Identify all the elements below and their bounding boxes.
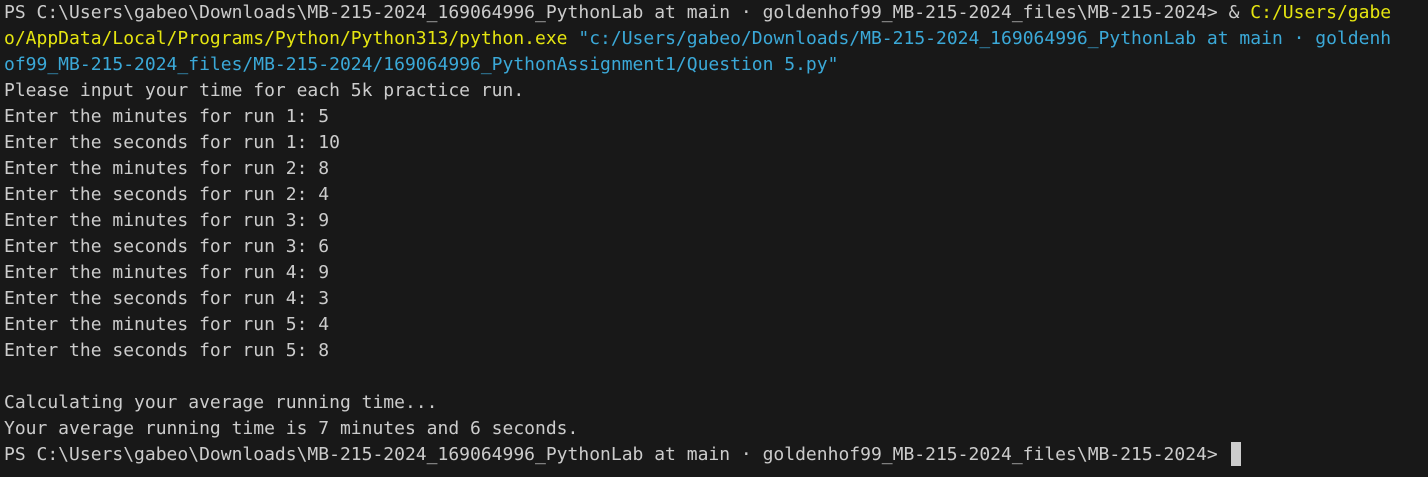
output-run-line: Enter the minutes for run 1: 5 [4,106,330,127]
terminal-panel[interactable]: PS C:\Users\gabeo\Downloads\MB-215-2024_… [0,0,1428,477]
text-cursor [1230,442,1241,466]
output-result: Your average running time is 7 minutes a… [4,418,579,439]
script-path-part1: "c:/Users/gabeo/Downloads/MB-215-2024_16… [578,28,1392,49]
output-run-line: Enter the seconds for run 5: 8 [4,340,330,361]
command-line-3: of99_MB-215-2024_files/MB-215-2024/16906… [4,52,1428,78]
output-run-line: Enter the seconds for run 4: 3 [4,288,330,309]
final-prompt-line[interactable]: PS C:\Users\gabeo\Downloads\MB-215-2024_… [4,442,1428,468]
python-exe-path-part2: o/AppData/Local/Programs/Python/Python31… [4,28,568,49]
output-run-line: Enter the seconds for run 1: 10 [4,132,340,153]
output-run-line: Enter the seconds for run 3: 6 [4,236,330,257]
output-intro: Please input your time for each 5k pract… [4,80,525,101]
output-run-line: Enter the minutes for run 3: 9 [4,210,330,231]
call-operator: & [1228,2,1251,23]
output-run-line: Enter the minutes for run 2: 8 [4,158,330,179]
separator-space [568,28,579,49]
prompt-path: PS C:\Users\gabeo\Downloads\MB-215-2024_… [4,2,1229,23]
command-line-2: o/AppData/Local/Programs/Python/Python31… [4,26,1428,52]
python-exe-path-part1: C:/Users/gabe [1250,2,1392,23]
output-run-line: Enter the minutes for run 4: 9 [4,262,330,283]
command-line-1: PS C:\Users\gabeo\Downloads\MB-215-2024_… [4,0,1428,26]
output-run-line: Enter the seconds for run 2: 4 [4,184,330,205]
final-prompt-path: PS C:\Users\gabeo\Downloads\MB-215-2024_… [4,444,1229,465]
output-run-line: Enter the minutes for run 5: 4 [4,314,330,335]
output-calculating: Calculating your average running time... [4,392,438,413]
script-path-part2: of99_MB-215-2024_files/MB-215-2024/16906… [4,54,839,75]
